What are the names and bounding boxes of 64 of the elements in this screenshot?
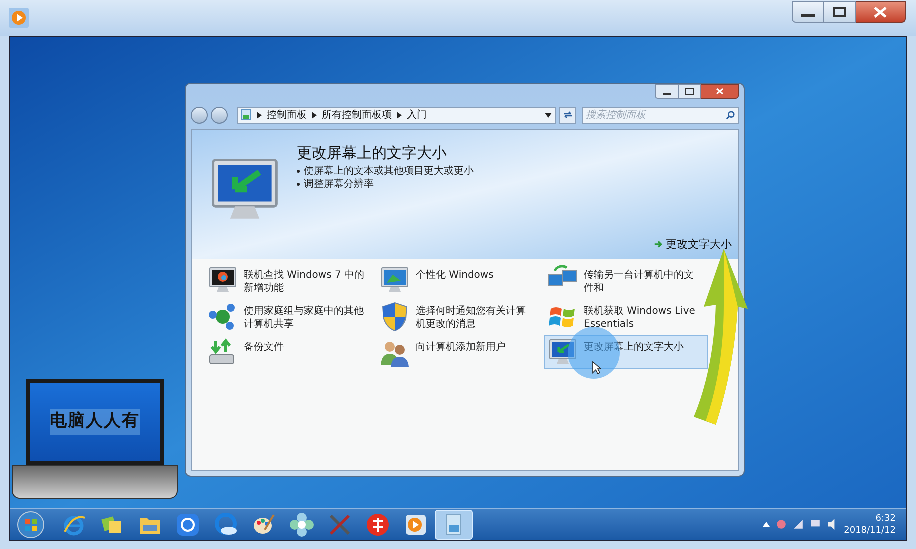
task-item[interactable]: 联机查找 Windows 7 中的新增功能 [204, 263, 368, 297]
minimize-button[interactable] [655, 84, 679, 99]
taskbar-app[interactable] [435, 510, 473, 540]
task-item[interactable]: 向计算机添加新用户 [376, 335, 536, 369]
maximize-icon [833, 7, 846, 17]
bullet-icon [297, 170, 300, 172]
clock[interactable]: 6:32 2018/11/12 [844, 512, 906, 536]
forward-button[interactable] [210, 106, 228, 124]
close-button[interactable] [701, 84, 739, 99]
refresh-button[interactable] [559, 106, 576, 124]
breadcrumb-item[interactable]: 所有控制面板项 [322, 108, 392, 122]
breadcrumb-item[interactable]: 入门 [406, 108, 427, 122]
task-item[interactable]: 选择何时通知您有关计算机更改的消息 [376, 299, 536, 333]
tray-expand-icon[interactable] [763, 522, 770, 527]
close-icon [874, 6, 887, 18]
bullet-text: 调整屏幕分辨率 [304, 178, 374, 190]
breadcrumb-item[interactable]: 控制面板 [266, 108, 307, 122]
arrow-right-icon [654, 240, 663, 250]
task-label: 向计算机添加新用户 [416, 341, 506, 354]
task-item[interactable]: 传输另一台计算机中的文件和 [544, 263, 708, 297]
dropdown-icon[interactable] [545, 112, 552, 118]
task-item[interactable]: 备份文件 [204, 335, 368, 369]
clock-date: 2018/11/12 [844, 524, 896, 536]
search-icon [726, 110, 735, 120]
task-label: 选择何时通知您有关计算机更改的消息 [416, 305, 527, 331]
character-icon[interactable] [365, 512, 391, 538]
task-label: 联机获取 Windows Live Essentials [584, 305, 696, 331]
task-item[interactable]: 使用家庭组与家庭中的其他计算机共享 [204, 299, 368, 333]
maximize-button[interactable] [824, 1, 856, 23]
media-icon[interactable] [175, 512, 201, 538]
back-button[interactable] [191, 106, 208, 124]
task-label: 联机查找 Windows 7 中的新增功能 [244, 269, 365, 295]
minimize-button[interactable] [792, 1, 824, 23]
cursor-icon [592, 361, 602, 375]
address-bar[interactable]: 控制面板 所有控制面板项 入门 [236, 106, 556, 124]
cloud-icon[interactable] [213, 512, 239, 538]
bullet-icon [297, 182, 300, 186]
maximize-icon [685, 88, 694, 95]
close-icon [716, 88, 724, 95]
signal-icon[interactable] [793, 519, 804, 530]
task-item[interactable]: 联机获取 Windows Live Essentials [544, 299, 708, 333]
minimize-icon [801, 14, 815, 16]
play-icon [9, 8, 29, 28]
bullet-text: 使屏幕上的文本或其他项目更大或更小 [304, 164, 474, 178]
close-button[interactable] [856, 1, 906, 23]
search-input[interactable]: 搜索控制面板 [586, 108, 716, 122]
maximize-button[interactable] [679, 84, 701, 99]
control-panel-icon [240, 109, 252, 121]
logo-text: 电脑人人有 [50, 409, 140, 435]
breadcrumb-arrow-icon [396, 112, 402, 118]
refresh-icon [562, 110, 573, 120]
change-text-size-link[interactable]: 更改文字大小 [654, 236, 732, 253]
task-item[interactable]: 个性化 Windows [376, 263, 536, 297]
breadcrumb-arrow-icon [312, 112, 317, 118]
task-label: 传输另一台计算机中的文件和 [584, 269, 695, 295]
breadcrumb-arrow-icon [256, 112, 262, 118]
header-title: 更改屏幕上的文字大小 [297, 143, 448, 164]
start-button[interactable] [17, 510, 45, 538]
task-label: 备份文件 [244, 341, 284, 354]
task-label: 个性化 Windows [416, 269, 494, 282]
minimize-icon [663, 92, 671, 94]
clock-time: 6:32 [876, 512, 896, 524]
task-label: 使用家庭组与家庭中的其他计算机共享 [244, 305, 365, 331]
search-field[interactable]: 搜索控制面板 [582, 106, 739, 124]
